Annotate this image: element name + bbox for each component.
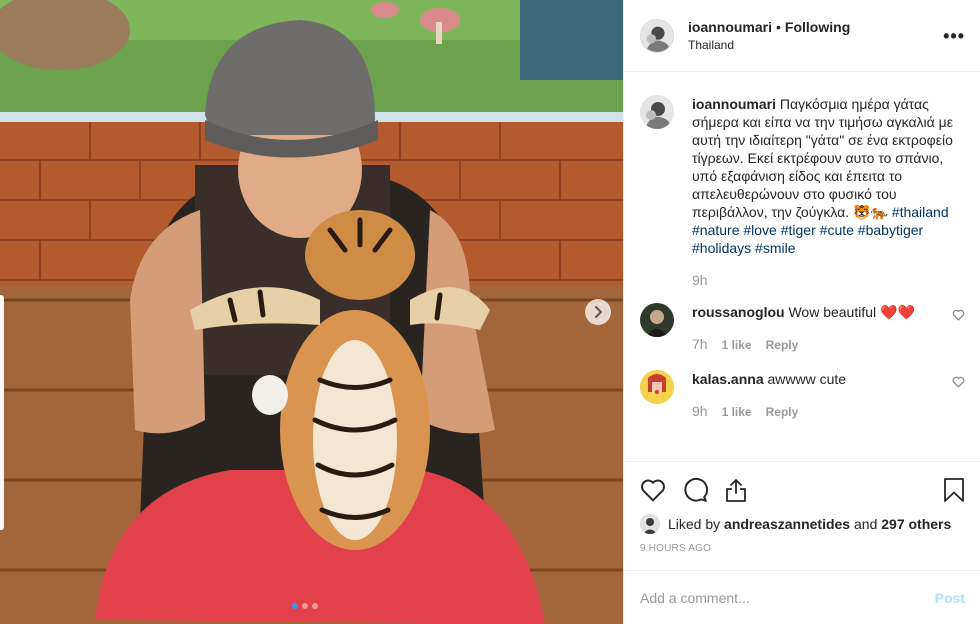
comment-likes[interactable]: 1 like xyxy=(722,403,752,421)
caption-username[interactable]: ioannoumari xyxy=(692,96,776,112)
commenter-username[interactable]: kalas.anna xyxy=(692,371,764,387)
caption-time[interactable]: 9h xyxy=(692,271,954,289)
post-timestamp[interactable]: 9 HOURS AGO xyxy=(640,543,965,554)
likes-summary: Liked by andreaszannetides and 297 other… xyxy=(640,514,965,534)
liker-username[interactable]: andreaszannetides xyxy=(724,516,850,532)
post-panel: ioannoumari • Following Thailand ••• ioa… xyxy=(623,0,980,624)
chevron-right-icon xyxy=(595,306,602,318)
caption-text: Παγκόσμια ημέρα γάτας σήμερα και είπα να… xyxy=(692,96,953,220)
post-photo[interactable] xyxy=(0,0,623,624)
following-button[interactable]: Following xyxy=(785,19,850,35)
add-comment-bar: Post xyxy=(624,570,980,624)
comment-text: awwww cute xyxy=(767,371,847,387)
comment-input[interactable] xyxy=(640,589,935,606)
comment-icon xyxy=(684,477,708,502)
comment-time[interactable]: 7h xyxy=(692,335,708,353)
comment-likes[interactable]: 1 like xyxy=(722,336,752,354)
reply-button[interactable]: Reply xyxy=(766,336,799,354)
carousel-dot xyxy=(302,603,308,609)
carousel-dot xyxy=(292,603,298,609)
previous-post-edge xyxy=(0,295,4,530)
heart-icon xyxy=(641,479,665,502)
liker-avatar[interactable] xyxy=(640,514,660,534)
carousel-indicator xyxy=(292,603,318,609)
next-photo-button[interactable] xyxy=(585,299,611,325)
likes-connector: and xyxy=(854,516,878,532)
post-actions: Liked by andreaszannetides and 297 other… xyxy=(624,461,980,554)
header-separator: • xyxy=(776,19,781,35)
post-comment-button[interactable]: Post xyxy=(935,590,965,606)
hashtag-link[interactable]: #nature xyxy=(692,222,739,238)
more-options-icon[interactable]: ••• xyxy=(943,26,965,47)
likes-prefix: Liked by xyxy=(668,516,721,532)
comment-heart-icon[interactable] xyxy=(952,376,965,388)
comment-heart-icon[interactable] xyxy=(952,309,965,321)
hashtag-link[interactable]: #love xyxy=(743,222,776,238)
author-avatar[interactable] xyxy=(640,18,674,53)
post-location[interactable]: Thailand xyxy=(688,38,850,52)
author-username[interactable]: ioannoumari xyxy=(688,19,772,35)
share-icon xyxy=(726,479,746,502)
caption: ioannoumari Παγκόσμια ημέρα γάτας σήμερα… xyxy=(640,95,965,289)
hashtag-link[interactable]: #cute xyxy=(820,222,854,238)
photo-scene xyxy=(0,0,623,624)
reply-button[interactable]: Reply xyxy=(766,403,799,421)
hashtag-link[interactable]: #smile xyxy=(755,240,795,256)
comments-list[interactable]: ioannoumari Παγκόσμια ημέρα γάτας σήμερα… xyxy=(624,73,980,461)
commenter-avatar[interactable] xyxy=(640,370,674,404)
comment-item: roussanoglou Wow beautiful ❤️❤️ 7h 1 lik… xyxy=(640,303,965,354)
hashtag-link[interactable]: #thailand xyxy=(892,204,949,220)
hashtag-link[interactable]: #tiger xyxy=(781,222,816,238)
commenter-avatar[interactable] xyxy=(640,303,674,337)
comment-time[interactable]: 9h xyxy=(692,402,708,420)
bookmark-icon xyxy=(944,478,964,502)
commenter-username[interactable]: roussanoglou xyxy=(692,304,785,320)
save-button[interactable] xyxy=(943,477,965,503)
hashtag-link[interactable]: #holidays xyxy=(692,240,751,256)
post-header: ioannoumari • Following Thailand ••• xyxy=(624,0,980,72)
share-button[interactable] xyxy=(724,477,748,503)
like-button[interactable] xyxy=(640,478,666,502)
caption-avatar[interactable] xyxy=(640,95,674,129)
hashtag-link[interactable]: #babytiger xyxy=(858,222,923,238)
comment-item: kalas.anna awwww cute 9h 1 like Reply xyxy=(640,370,965,421)
comment-text: Wow beautiful ❤️❤️ xyxy=(788,304,915,320)
carousel-dot xyxy=(312,603,318,609)
comment-button[interactable] xyxy=(682,477,708,503)
likes-count[interactable]: 297 others xyxy=(881,516,951,532)
